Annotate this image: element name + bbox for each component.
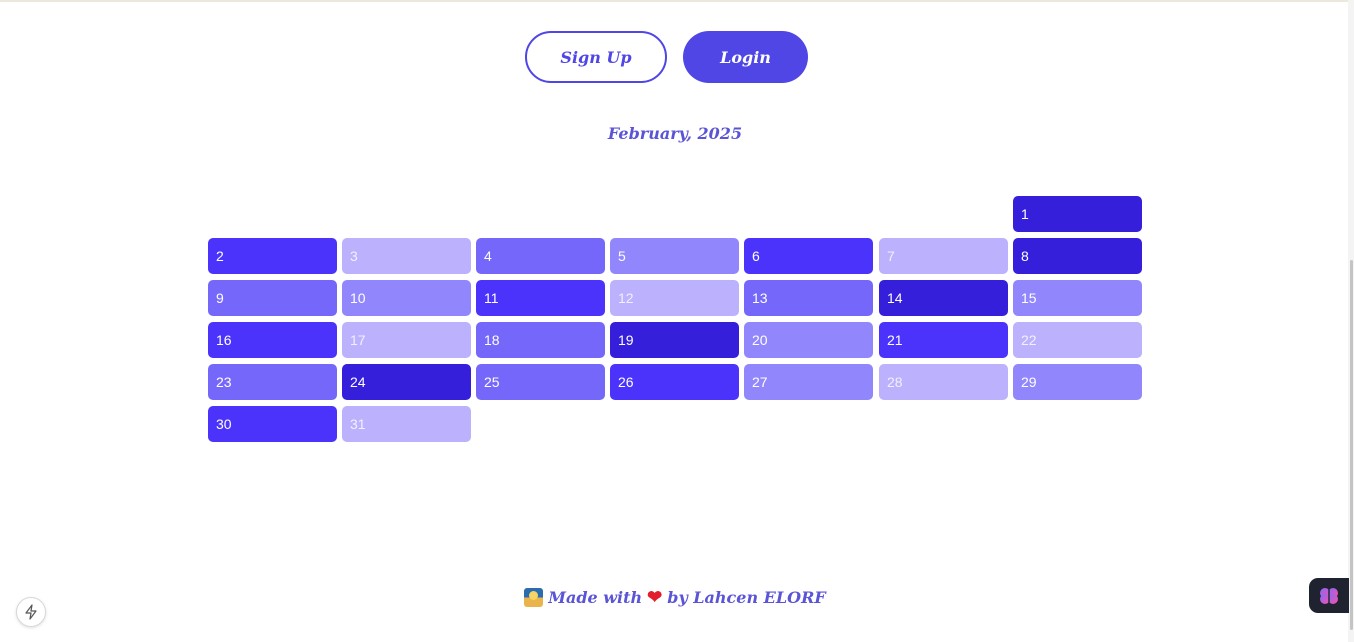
lightning-bolt-icon[interactable] xyxy=(16,597,46,627)
calendar-day[interactable]: 19 xyxy=(610,322,739,358)
calendar-day[interactable]: 21 xyxy=(879,322,1008,358)
calendar-day[interactable]: 30 xyxy=(208,406,337,442)
calendar-day[interactable]: 24 xyxy=(342,364,471,400)
calendar-day[interactable]: 10 xyxy=(342,280,471,316)
calendar-day[interactable]: 28 xyxy=(879,364,1008,400)
calendar-day[interactable]: 27 xyxy=(744,364,873,400)
brain-extension-icon[interactable] xyxy=(1309,578,1349,613)
heart-icon: ❤ xyxy=(647,587,663,608)
calendar-day[interactable]: 15 xyxy=(1013,280,1142,316)
calendar-day[interactable]: 5 xyxy=(610,238,739,274)
calendar-day[interactable]: 13 xyxy=(744,280,873,316)
calendar-day[interactable]: 8 xyxy=(1013,238,1142,274)
footer-made-with: Made with xyxy=(548,588,643,607)
calendar-day[interactable]: 31 xyxy=(342,406,471,442)
calendar-day[interactable]: 29 xyxy=(1013,364,1142,400)
calendar-day[interactable]: 17 xyxy=(342,322,471,358)
calendar-day[interactable]: 23 xyxy=(208,364,337,400)
calendar-grid: 1 2 3 4 5 6 7 8 9 10 11 12 13 14 15 16 1… xyxy=(207,195,1143,443)
calendar-day[interactable]: 4 xyxy=(476,238,605,274)
auth-buttons: Sign Up Login xyxy=(525,31,808,83)
calendar-day[interactable]: 9 xyxy=(208,280,337,316)
footer-credit: Made with ❤ by Lahcen ELORF xyxy=(0,587,1350,608)
calendar-day[interactable]: 3 xyxy=(342,238,471,274)
calendar-day[interactable]: 11 xyxy=(476,280,605,316)
calendar-day[interactable]: 6 xyxy=(744,238,873,274)
scrollbar-thumb[interactable] xyxy=(1350,260,1353,630)
calendar-day[interactable]: 18 xyxy=(476,322,605,358)
calendar-day[interactable]: 16 xyxy=(208,322,337,358)
calendar-day[interactable]: 26 xyxy=(610,364,739,400)
calendar-day[interactable]: 12 xyxy=(610,280,739,316)
footer-author[interactable]: by Lahcen ELORF xyxy=(667,588,825,607)
calendar-day[interactable]: 20 xyxy=(744,322,873,358)
calendar-day[interactable]: 14 xyxy=(879,280,1008,316)
calendar-day[interactable]: 22 xyxy=(1013,322,1142,358)
calendar-day[interactable]: 2 xyxy=(208,238,337,274)
scrollbar[interactable] xyxy=(1348,0,1354,642)
login-button[interactable]: Login xyxy=(683,31,808,83)
calendar-day[interactable]: 1 xyxy=(1013,196,1142,232)
calendar-day[interactable]: 25 xyxy=(476,364,605,400)
signup-button[interactable]: Sign Up xyxy=(525,31,667,83)
sunrise-emoji-icon xyxy=(524,588,544,607)
calendar-day[interactable]: 7 xyxy=(879,238,1008,274)
month-title: February, 2025 xyxy=(607,124,743,143)
top-border xyxy=(0,0,1354,2)
